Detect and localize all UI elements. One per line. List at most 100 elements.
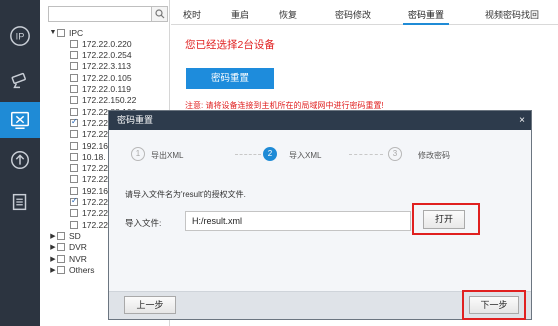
step-divider [235,154,261,155]
left-rail: IP [0,0,40,326]
tab-restore[interactable]: 恢复 [275,5,301,25]
tree-item-device[interactable]: 172.22.3.113 [70,61,131,72]
import-instruction: 请导入文件名为'result'的授权文件. [125,190,246,199]
close-icon[interactable]: × [519,111,525,130]
tree-item-label: 10.18. [82,151,106,162]
tree-item-device[interactable]: 172.22.0.254 [70,50,132,61]
chevron-right-icon[interactable]: ▶ [49,232,57,240]
step-2-label: 导入XML [289,151,322,160]
tree-item-label: 172.22 [82,197,108,207]
tree-item-label: 172.22 [82,129,108,140]
tree-group-ipc[interactable]: ▼ IPC [49,27,84,38]
tree-item-device[interactable]: 172.22 [70,163,108,174]
checkbox[interactable] [70,209,78,218]
import-file-field[interactable]: H:/result.xml [185,211,411,231]
checkbox[interactable] [70,164,78,173]
step-3-label: 修改密码 [418,151,450,160]
next-step-button[interactable]: 下一步 [469,296,519,314]
open-file-button[interactable]: 打开 [423,210,465,229]
checkbox[interactable] [70,196,78,206]
tree-item-device[interactable]: 172.22 [70,196,108,208]
chevron-right-icon[interactable]: ▶ [49,266,57,274]
tree-group-others[interactable]: ▶ Others [49,264,95,275]
camera-icon[interactable] [0,62,40,98]
checkbox[interactable] [70,117,78,127]
import-file-label: 导入文件: [125,218,162,228]
tab-reboot[interactable]: 重启 [227,5,253,25]
tree-item-label: 172.22 [82,219,108,230]
svg-text:IP: IP [16,32,25,42]
tree-item-device[interactable]: 172.22 [70,129,108,140]
tree-item-device[interactable]: 10.18. [70,151,106,162]
document-icon[interactable] [0,184,40,220]
tree-item-label: 172.22.0.105 [82,72,132,83]
checkbox[interactable] [57,231,65,240]
step-1-label: 导出XML [151,151,184,160]
tree-item-device[interactable]: 172.22.0.220 [70,38,132,49]
tree-item-label: 172.22.150.22 [82,95,137,106]
tree-item-device[interactable]: 172.22 [70,117,108,128]
tree-item-label: 172.22 [82,163,108,174]
checkbox[interactable] [70,141,78,150]
tree-item-label: 172.22 [82,117,108,128]
tab-time-sync[interactable]: 校时 [179,5,205,25]
checkbox[interactable] [57,28,65,37]
tree-item-device[interactable]: 172.22 [70,174,108,185]
tree-item-label: 172.22 [82,174,108,185]
checkbox[interactable] [57,243,65,252]
tree-group-sd[interactable]: ▶ SD [49,230,81,241]
tab-password-reset[interactable]: 密码重置 [403,5,449,25]
tree-item-label: 172.22 [82,208,108,219]
step-divider [349,154,383,155]
checkbox[interactable] [70,152,78,161]
checkbox[interactable] [70,85,78,93]
chevron-down-icon[interactable]: ▼ [49,29,57,36]
checkbox[interactable] [70,51,78,60]
ip-logo-icon[interactable]: IP [0,18,40,54]
previous-step-button[interactable]: 上一步 [124,296,176,314]
checkbox[interactable] [70,220,78,229]
tree-item-device[interactable]: 192.16 [70,140,108,151]
selected-devices-message: 您已经选择2台设备 [185,39,275,51]
dialog-title: 密码重置 [109,111,531,130]
tree-item-label: 192.16 [82,185,108,196]
checkbox[interactable] [57,265,65,274]
checkbox[interactable] [70,130,78,139]
tree-item-label: 172.22.0.254 [82,50,132,61]
tree-item-device[interactable]: 172.22 [70,219,108,230]
tree-group-dvr[interactable]: ▶ DVR [49,242,87,253]
tree-item-label: SD [69,230,81,241]
checkbox[interactable] [70,39,78,48]
checkbox[interactable] [70,96,78,105]
upgrade-icon[interactable] [0,142,40,178]
search-input[interactable] [48,6,152,22]
step-2-circle: 2 [263,147,277,161]
tab-video-password-recovery[interactable]: 视频密码找回 [476,5,548,25]
tree-item-device[interactable]: 172.22 [70,208,108,219]
tree-item-device[interactable]: 172.22.150.22 [70,95,136,106]
tree-item-label: Others [69,264,95,275]
checkbox[interactable] [70,107,78,116]
step-1-circle: 1 [131,147,145,161]
checkbox[interactable] [70,186,78,195]
checkbox[interactable] [70,175,78,184]
search-icon[interactable] [152,6,168,22]
tree-item-label: 172.22.3.113 [82,61,131,72]
tree-item-device[interactable]: 172.22.0.119 [70,84,131,95]
tab-password-change[interactable]: 密码修改 [331,5,375,25]
checkbox[interactable] [70,62,78,71]
chevron-right-icon[interactable]: ▶ [49,255,57,263]
step-3-circle: 3 [388,147,402,161]
tree-item-label: IPC [69,27,84,38]
chevron-right-icon[interactable]: ▶ [49,243,57,251]
checkbox[interactable] [57,254,65,263]
checkbox[interactable] [70,73,78,82]
tools-icon[interactable] [0,102,40,138]
tree-item-device[interactable]: 192.16 [70,185,108,196]
password-reset-dialog: 密码重置 × 1 导出XML 2 导入XML 3 修改密码 请导入文件名为're… [108,110,532,320]
tree-group-nvr[interactable]: ▶ NVR [49,253,87,264]
tab-bar: 校时 重启 恢复 密码修改 密码重置 视频密码找回 [171,5,558,25]
tree-item-device[interactable]: 172.22.0.105 [70,72,132,83]
tree-item-label: 172.22.0.220 [82,38,132,49]
password-reset-button[interactable]: 密码重置 [186,68,274,89]
